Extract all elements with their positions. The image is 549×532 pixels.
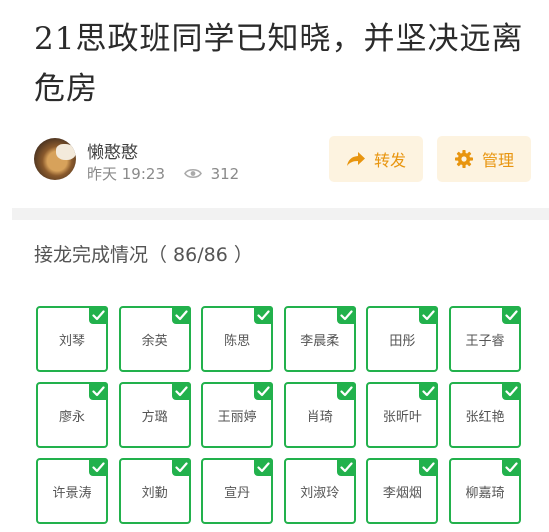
participant-name: 刘勤: [141, 485, 168, 501]
checkmark-icon: [419, 306, 439, 324]
checkmark-icon: [419, 458, 439, 476]
post-meta: 昨天 19:23 312: [87, 163, 239, 184]
completion-status-title: 接龙完成情况（ 86/86 ）: [34, 244, 253, 266]
checkmark-icon: [171, 306, 191, 324]
participant-cell[interactable]: 李晨柔: [283, 306, 356, 372]
participant-name: 许景涛: [52, 485, 92, 501]
participant-cell[interactable]: 方璐: [118, 382, 191, 448]
checkmark-icon: [501, 306, 521, 324]
participant-name: 张昕叶: [382, 409, 422, 425]
participant-cell[interactable]: 王丽婷: [201, 382, 274, 448]
participant-cell[interactable]: 张昕叶: [366, 382, 439, 448]
participant-name: 柳嘉琦: [465, 485, 505, 501]
section-divider: [12, 208, 549, 220]
participant-grid: 刘琴 余英 陈思 李晨柔 田彤 王子睿廖永 方璐 王丽婷 肖琦 张昕叶 张红艳许景涛 刘勤 宣丹 刘淑玲 李…: [36, 306, 521, 524]
post-title: 21思政班同学已知晓，并坚决远离危房: [34, 21, 524, 107]
share-label: 转发: [373, 151, 406, 170]
checkmark-icon: [89, 458, 108, 476]
manage-label: 管理: [481, 151, 514, 170]
view-count: 312: [210, 165, 240, 183]
participant-cell[interactable]: 张红艳: [448, 382, 521, 448]
participant-name: 张红艳: [465, 409, 505, 425]
participant-cell[interactable]: 刘勤: [118, 458, 191, 524]
checkmark-icon: [254, 382, 274, 400]
post-time: 昨天 19:23: [87, 165, 165, 183]
participant-cell[interactable]: 许景涛: [36, 458, 108, 524]
participant-name: 宣丹: [224, 485, 251, 501]
participant-cell[interactable]: 柳嘉琦: [448, 458, 521, 524]
participant-name: 肖琦: [306, 409, 333, 425]
checkmark-icon: [254, 306, 274, 324]
participant-name: 田彤: [389, 333, 416, 349]
checkmark-icon: [171, 382, 191, 400]
participant-cell[interactable]: 李烟烟: [366, 458, 439, 524]
participant-name: 廖永: [58, 409, 85, 425]
checkmark-icon: [89, 306, 108, 324]
checkmark-icon: [336, 306, 356, 324]
checkmark-icon: [501, 458, 521, 476]
checkmark-icon: [89, 382, 108, 400]
gear-icon: [454, 150, 473, 168]
author-name[interactable]: 懒憨憨: [87, 138, 138, 163]
checkmark-icon: [254, 458, 274, 476]
share-arrow-icon: [346, 152, 365, 166]
checkmark-icon: [171, 458, 191, 476]
participant-cell[interactable]: 余英: [118, 306, 191, 372]
participant-name: 陈思: [224, 333, 251, 349]
manage-button[interactable]: 管理: [437, 136, 531, 182]
participant-name: 李晨柔: [300, 333, 340, 349]
participant-name: 王丽婷: [217, 409, 257, 425]
checkmark-icon: [336, 458, 356, 476]
author-row: 懒憨憨 昨天 19:23 312 转发 管理: [34, 136, 534, 184]
checkmark-icon: [501, 382, 521, 400]
eye-icon: [183, 168, 202, 179]
participant-cell[interactable]: 陈思: [201, 306, 274, 372]
participant-cell[interactable]: 王子睿: [448, 306, 521, 372]
participant-name: 王子睿: [465, 333, 505, 349]
participant-cell[interactable]: 宣丹: [201, 458, 274, 524]
participant-cell[interactable]: 田彤: [366, 306, 439, 372]
participant-name: 刘淑玲: [300, 485, 340, 501]
avatar[interactable]: [34, 138, 76, 180]
participant-cell[interactable]: 廖永: [36, 382, 108, 448]
participant-cell[interactable]: 刘淑玲: [283, 458, 356, 524]
participant-cell[interactable]: 刘琴: [36, 306, 108, 372]
checkmark-icon: [419, 382, 439, 400]
participant-name: 方璐: [141, 409, 168, 425]
checkmark-icon: [336, 382, 356, 400]
participant-name: 余英: [141, 333, 168, 349]
participant-name: 李烟烟: [382, 485, 422, 501]
share-button[interactable]: 转发: [329, 136, 423, 182]
participant-cell[interactable]: 肖琦: [283, 382, 356, 448]
participant-name: 刘琴: [58, 333, 85, 349]
